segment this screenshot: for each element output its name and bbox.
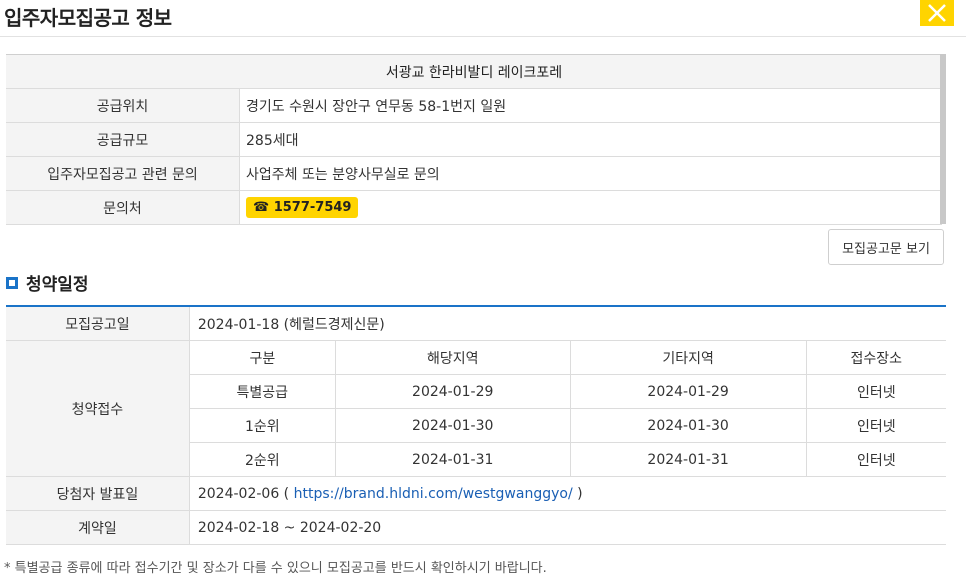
table-cell: 2024-01-29 [569, 374, 807, 409]
receipt-label: 청약접수 [6, 340, 190, 477]
column-header: 접수장소 [805, 340, 946, 375]
winner-date: 2024-02-06 ( [197, 485, 290, 502]
dialog-title: 입주자모집공고 정보 [4, 6, 172, 30]
footnote: * 특별공급 종류에 따라 접수기간 및 장소가 다를 수 있으니 모집공고를 … [4, 561, 547, 576]
table-cell: 인터넷 [805, 442, 946, 477]
column-header: 해당지역 [334, 340, 571, 375]
table-cell: 인터넷 [805, 408, 946, 443]
table-cell: 특별공급 [188, 374, 336, 409]
row-label: 입주자모집공고 관련 문의 [6, 156, 240, 191]
announce-value: 2024-01-18 (헤럴드경제신문) [188, 305, 946, 341]
table-row: 모집공고일 2024-01-18 (헤럴드경제신문) [6, 305, 946, 341]
table-row: 계약일 2024-02-18 ~ 2024-02-20 [6, 510, 946, 545]
column-header: 기타지역 [569, 340, 807, 375]
table-cell: 인터넷 [805, 374, 946, 409]
table-cell: 2024-01-31 [569, 442, 807, 477]
table-row: 공급규모 285세대 [6, 122, 942, 157]
table-cell: 2순위 [188, 442, 336, 477]
section-title: 청약일정 [26, 275, 89, 295]
announce-label: 모집공고일 [6, 305, 190, 341]
section-header: 청약일정 [6, 270, 89, 295]
table-row: 공급위치 경기도 수원시 장안구 연무동 58-1번지 일원 [6, 88, 942, 123]
column-header: 구분 [188, 340, 336, 375]
table-row: 청약접수 구분 해당지역 기타지역 접수장소 [6, 340, 946, 477]
close-button[interactable] [920, 0, 954, 26]
table-cell: 2024-01-29 [334, 374, 571, 409]
row-value: 경기도 수원시 장안구 연무동 58-1번지 일원 [239, 88, 942, 123]
table-row: 당첨자 발표일 2024-02-06 ( https://brand.hldni… [6, 476, 946, 511]
table-row: 문의처 ☎ 1577-7549 [6, 190, 942, 225]
contact-label: 문의처 [6, 190, 240, 225]
complex-info-table: 서광교 한라비발디 레이크포레 공급위치 경기도 수원시 장안구 연무동 58-… [6, 54, 942, 225]
contract-value: 2024-02-18 ~ 2024-02-20 [188, 510, 946, 545]
dialog-header: 입주자모집공고 정보 [0, 0, 966, 37]
schedule-table: 모집공고일 2024-01-18 (헤럴드경제신문) 청약접수 구분 해당지역 … [6, 305, 946, 545]
view-notice-button[interactable]: 모집공고문 보기 [828, 229, 944, 265]
winner-link[interactable]: https://brand.hldni.com/westgwanggyo/ [294, 486, 573, 502]
table-cell: 1순위 [188, 408, 336, 443]
winner-close: ) [572, 485, 583, 502]
complex-name: 서광교 한라비발디 레이크포레 [6, 54, 942, 89]
table-row: 입주자모집공고 관련 문의 사업주체 또는 분양사무실로 문의 [6, 156, 942, 191]
table-cell: 2024-01-30 [569, 408, 807, 443]
contract-label: 계약일 [6, 510, 190, 545]
table-cell: 2024-01-31 [334, 442, 571, 477]
row-value: 사업주체 또는 분양사무실로 문의 [239, 156, 942, 191]
row-label: 공급위치 [6, 88, 240, 123]
row-value: 285세대 [239, 122, 942, 157]
section-square-icon [6, 276, 18, 289]
close-icon [928, 4, 946, 22]
table-cell: 2024-01-30 [334, 408, 571, 443]
winner-label: 당첨자 발표일 [6, 476, 190, 511]
row-label: 공급규모 [6, 122, 240, 157]
scrollbar[interactable] [940, 54, 946, 224]
phone-number[interactable]: ☎ 1577-7549 [246, 197, 359, 218]
